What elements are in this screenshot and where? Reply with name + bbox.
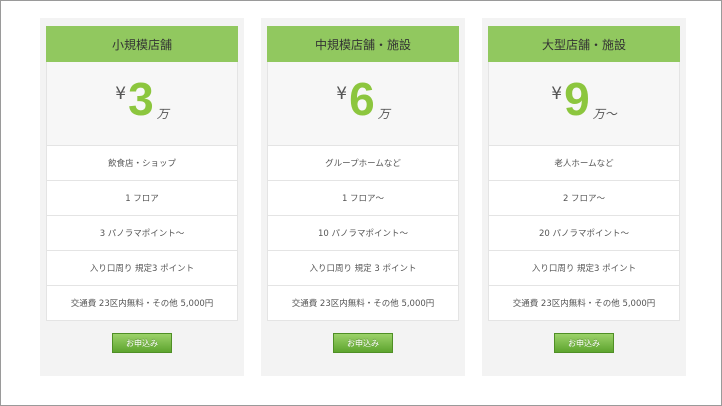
feature-row: 10 パノラマポイント～ (267, 216, 459, 251)
pricing-plans: 小規模店舗 ¥ 3 万 飲食店・ショップ 1 フロア 3 パノラマポイント～ 入… (40, 18, 688, 376)
apply-button-small[interactable]: お申込み (112, 333, 172, 353)
feature-row: 1 フロア～ (267, 181, 459, 216)
button-area: お申込み (46, 321, 238, 365)
feature-row: 入り口周り 規定3 ポイント (46, 251, 238, 286)
feature-row: 飲食店・ショップ (46, 146, 238, 181)
currency-symbol: ¥ (551, 84, 563, 104)
feature-row: 入り口周り 規定3 ポイント (488, 251, 680, 286)
currency-symbol: ¥ (115, 84, 127, 104)
price-amount: 3 (128, 73, 154, 125)
page-frame: 小規模店舗 ¥ 3 万 飲食店・ショップ 1 フロア 3 パノラマポイント～ 入… (0, 0, 722, 406)
plan-title: 中規模店舗・施設 (267, 26, 459, 62)
feature-row: 2 フロア～ (488, 181, 680, 216)
button-area: お申込み (267, 321, 459, 365)
plan-title: 小規模店舗 (46, 26, 238, 62)
plan-card-medium: 中規模店舗・施設 ¥ 6 万 グループホームなど 1 フロア～ 10 パノラマポ… (261, 18, 465, 376)
price-unit: 万 (377, 107, 390, 121)
plan-price: ¥ 6 万 (268, 76, 458, 122)
price-box: ¥ 9 万～ (488, 62, 680, 146)
feature-row: グループホームなど (267, 146, 459, 181)
feature-row: 交通費 23区内無料・その他 5,000円 (267, 286, 459, 321)
currency-symbol: ¥ (336, 84, 348, 104)
plan-card-large: 大型店舗・施設 ¥ 9 万～ 老人ホームなど 2 フロア～ 20 パノラマポイン… (482, 18, 686, 376)
feature-row: 1 フロア (46, 181, 238, 216)
button-area: お申込み (488, 321, 680, 365)
apply-button-large[interactable]: お申込み (554, 333, 614, 353)
feature-row: 老人ホームなど (488, 146, 680, 181)
price-box: ¥ 3 万 (46, 62, 238, 146)
apply-button-medium[interactable]: お申込み (333, 333, 393, 353)
feature-row: 入り口周り 規定 3 ポイント (267, 251, 459, 286)
price-unit: 万～ (592, 107, 617, 121)
plan-card-small: 小規模店舗 ¥ 3 万 飲食店・ショップ 1 フロア 3 パノラマポイント～ 入… (40, 18, 244, 376)
plan-price: ¥ 9 万～ (489, 76, 679, 122)
price-unit: 万 (156, 107, 169, 121)
feature-row: 3 パノラマポイント～ (46, 216, 238, 251)
price-amount: 9 (564, 73, 590, 125)
price-box: ¥ 6 万 (267, 62, 459, 146)
plan-title: 大型店舗・施設 (488, 26, 680, 62)
feature-row: 交通費 23区内無料・その他 5,000円 (488, 286, 680, 321)
feature-row: 交通費 23区内無料・その他 5,000円 (46, 286, 238, 321)
feature-row: 20 パノラマポイント～ (488, 216, 680, 251)
plan-price: ¥ 3 万 (47, 76, 237, 122)
price-amount: 6 (349, 73, 375, 125)
